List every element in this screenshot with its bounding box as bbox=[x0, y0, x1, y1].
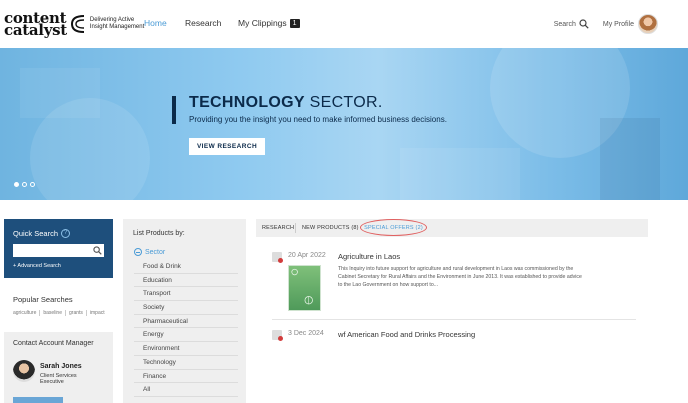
sector-item-society[interactable]: Society bbox=[134, 301, 238, 315]
carousel-dot[interactable] bbox=[14, 182, 19, 187]
site-header: content catalyst Delivering Active Insig… bbox=[0, 0, 688, 48]
sector-item-all[interactable]: All bbox=[134, 383, 238, 397]
carousel-dot[interactable] bbox=[30, 182, 35, 187]
hero-background-image bbox=[20, 48, 660, 200]
sector-item-finance[interactable]: Finance bbox=[134, 370, 238, 384]
sector-item-food-drink[interactable]: Food & Drink bbox=[134, 260, 238, 274]
result-description: This Inquiry into future support for agr… bbox=[338, 266, 582, 288]
contact-account-manager-panel: Contact Account Manager Sarah Jones Clie… bbox=[4, 332, 113, 403]
sector-list: Food & Drink Education Transport Society… bbox=[134, 260, 238, 397]
account-manager-name: Sarah Jones bbox=[40, 363, 82, 370]
logo-wordmark: content catalyst bbox=[4, 9, 67, 39]
header-search-label: Search bbox=[553, 20, 576, 28]
carousel-dot[interactable] bbox=[22, 182, 27, 187]
nav-research[interactable]: Research bbox=[185, 18, 221, 28]
result-date: 3 Dec 2024 bbox=[288, 330, 324, 337]
view-research-button[interactable]: VIEW RESEARCH bbox=[189, 138, 265, 155]
sector-item-environment[interactable]: Environment bbox=[134, 342, 238, 356]
header-search-link[interactable]: Search bbox=[554, 19, 589, 29]
results-tabs: RESEARCH NEW PRODUCTS (8) SPECIAL OFFERS… bbox=[256, 219, 648, 237]
sector-item-technology[interactable]: Technology bbox=[134, 356, 238, 370]
help-icon[interactable]: ? bbox=[61, 229, 71, 238]
my-profile-link[interactable]: My Profile bbox=[603, 21, 634, 28]
contact-button[interactable] bbox=[13, 397, 63, 403]
logo[interactable]: content catalyst Delivering Active Insig… bbox=[4, 9, 145, 39]
user-avatar[interactable] bbox=[638, 14, 658, 34]
clippings-count-badge: 1 bbox=[289, 18, 300, 28]
nav-my-clippings-label: My Clippings bbox=[238, 18, 287, 28]
advanced-search-link[interactable]: + Advanced Search bbox=[13, 263, 61, 269]
header-actions: Search My Profile bbox=[554, 14, 658, 34]
quick-search-input[interactable] bbox=[13, 244, 104, 257]
list-item[interactable]: 3 Dec 2024 wf American Food and Drinks P… bbox=[272, 327, 636, 347]
popular-search-tag[interactable]: grants bbox=[66, 310, 87, 316]
quick-search-panel: Quick Search ? + Advanced Search bbox=[4, 219, 113, 278]
carousel-dots bbox=[14, 182, 35, 187]
popular-search-tag[interactable]: impact bbox=[87, 310, 108, 316]
sector-item-energy[interactable]: Energy bbox=[134, 328, 238, 343]
result-date: 20 Apr 2022 bbox=[288, 252, 326, 259]
account-manager-avatar bbox=[13, 360, 35, 382]
contact-account-manager-title: Contact Account Manager bbox=[13, 340, 94, 347]
report-thumbnail[interactable] bbox=[288, 265, 321, 311]
tab-research[interactable]: RESEARCH bbox=[262, 219, 294, 237]
document-icon bbox=[272, 330, 283, 341]
sector-item-pharmaceutical[interactable]: Pharmaceutical bbox=[134, 315, 238, 329]
logo-mark-icon bbox=[70, 15, 84, 33]
tab-divider bbox=[295, 223, 296, 233]
popular-search-tags: agriculture baseline grants impact bbox=[13, 310, 108, 316]
popular-searches-title: Popular Searches bbox=[13, 295, 73, 304]
list-products-title: List Products by: bbox=[133, 230, 185, 237]
popular-search-tag[interactable]: agriculture bbox=[13, 310, 41, 316]
account-manager-role: Client Services Executive bbox=[40, 373, 77, 385]
document-icon bbox=[272, 252, 283, 263]
result-title[interactable]: Agriculture in Laos bbox=[338, 252, 400, 261]
tab-new-products[interactable]: NEW PRODUCTS (8) bbox=[302, 219, 359, 237]
list-products-panel: List Products by: Sector Food & Drink Ed… bbox=[123, 219, 246, 403]
search-icon[interactable] bbox=[93, 246, 102, 255]
hero-subtitle: Providing you the insight you need to ma… bbox=[189, 115, 447, 124]
sector-item-education[interactable]: Education bbox=[134, 274, 238, 288]
hero-banner: TECHNOLOGY SECTOR. Providing you the ins… bbox=[0, 48, 688, 200]
hero-accent-bar bbox=[172, 96, 176, 124]
logo-tagline: Delivering Active Insight Management bbox=[89, 17, 145, 30]
popular-search-tag[interactable]: baseline bbox=[40, 310, 66, 316]
result-title[interactable]: wf American Food and Drinks Processing bbox=[338, 330, 475, 339]
search-icon bbox=[579, 19, 589, 29]
collapse-icon bbox=[134, 248, 142, 256]
sector-item-transport[interactable]: Transport bbox=[134, 287, 238, 302]
list-item[interactable]: 20 Apr 2022 Agriculture in Laos This Inq… bbox=[272, 249, 636, 320]
sector-group-toggle[interactable]: Sector bbox=[134, 248, 165, 256]
tab-special-offers[interactable]: SPECIAL OFFERS (2) bbox=[360, 219, 427, 236]
quick-search-title: Quick Search ? bbox=[13, 229, 104, 238]
nav-home[interactable]: Home bbox=[144, 18, 167, 28]
nav-my-clippings[interactable]: My Clippings 1 bbox=[238, 18, 300, 28]
hero-title: TECHNOLOGY SECTOR. bbox=[189, 94, 383, 111]
